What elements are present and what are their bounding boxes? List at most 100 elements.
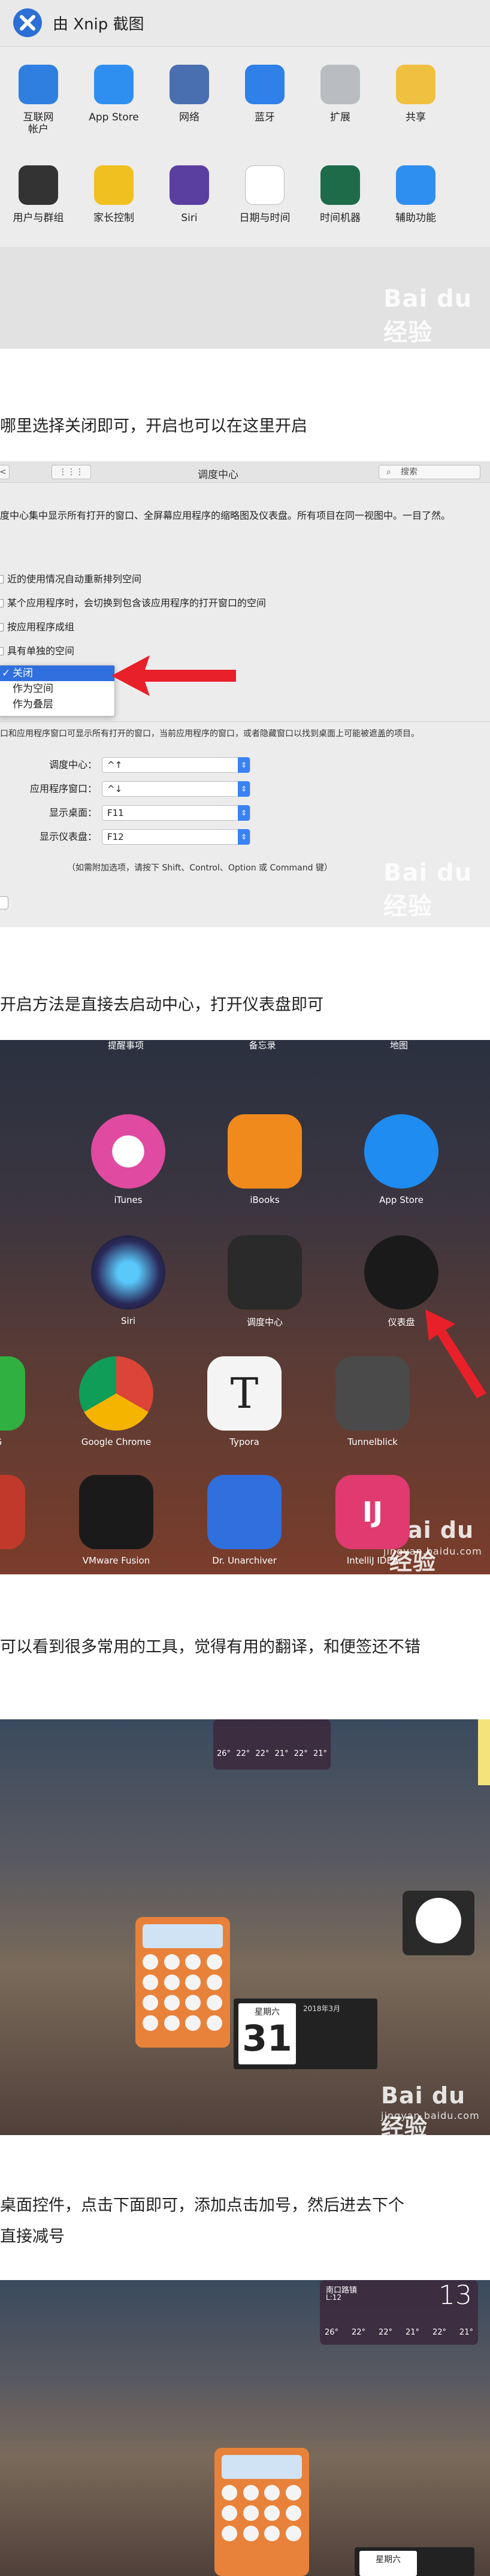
preference-pane-item[interactable]: 家长控制: [78, 165, 150, 224]
time-machine-icon: [320, 165, 360, 205]
forecast-temp: 26°: [325, 2328, 339, 2337]
baidu-watermark: Bai du 经验: [381, 2082, 466, 2135]
calculator-widget[interactable]: [214, 2448, 309, 2576]
preference-pane-label: 用户与群组: [13, 212, 64, 224]
search-input[interactable]: ⌕ 搜索: [379, 465, 480, 479]
preference-pane-item[interactable]: 辅助功能: [380, 165, 452, 224]
option-checkbox-row[interactable]: 按应用程序成组: [0, 621, 74, 634]
app-label: 地图: [389, 1040, 408, 1051]
preference-pane-item[interactable]: 时间机器: [304, 165, 376, 224]
select-arrow-icon: ⇕: [238, 805, 250, 821]
preference-pane-item[interactable]: 互联网 帐户: [2, 65, 74, 135]
red-arrow-annotation: [111, 655, 236, 696]
select-arrow-icon: ⇕: [238, 829, 250, 845]
preference-pane-item[interactable]: 蓝牙: [229, 65, 301, 123]
typora-icon[interactable]: T: [207, 1356, 282, 1431]
displays-dropdown-menu[interactable]: 关闭 ✓ 作为空间 作为叠层: [0, 665, 115, 716]
calendar-widget[interactable]: 星期六: [355, 2547, 474, 2576]
calendar-weekday: 星期六: [255, 2007, 280, 2017]
back-button[interactable]: <: [0, 465, 10, 479]
bluetooth-icon: [245, 65, 285, 104]
tunnelblick-icon[interactable]: [335, 1356, 410, 1431]
calendar-clock-icon: [245, 165, 285, 205]
app-label: Google Chrome: [81, 1437, 152, 1447]
help-button[interactable]: [0, 896, 8, 909]
preference-pane-item[interactable]: 用户与群组: [2, 165, 74, 224]
clock-face-icon: [416, 1898, 461, 1943]
baidu-watermark: Bai du 经验: [383, 285, 473, 346]
select-arrow-icon: ⇕: [238, 781, 250, 797]
preference-pane-item[interactable]: App Store: [78, 65, 150, 123]
weather-widget[interactable]: 26° 22° 22° 21° 22° 21°: [213, 1719, 331, 1770]
forecast-temp: 26°: [217, 1749, 231, 1758]
siri-icon[interactable]: [91, 1235, 165, 1310]
app-store-icon[interactable]: [364, 1114, 438, 1189]
shortcut-value: F12: [107, 832, 124, 842]
shortcut-select[interactable]: F12 ⇕: [102, 829, 250, 845]
shortcut-select[interactable]: ^↓ ⇕: [102, 781, 250, 797]
show-all-grid-button[interactable]: ⋮⋮⋮: [52, 465, 91, 479]
modifier-note: （如需附加选项，请按下 Shift、Control、Option 或 Comma…: [67, 863, 332, 873]
app-label: IntelliJ IDEA: [346, 1555, 399, 1566]
dashboard-screenshot: 南口路镇 L:12 13 26° 22° 22° 21° 22° 21° 星期六: [0, 2280, 490, 2576]
intellij-icon[interactable]: IJ: [335, 1475, 410, 1549]
app-label: Tunnelblick: [347, 1437, 398, 1447]
mission-control-description: 度中心集中显示所有打开的窗口、全屏幕应用程序的缩略图及仪表盘。所有项目在同一视图…: [0, 510, 451, 521]
shortcut-select[interactable]: ^↑ ⇕: [102, 757, 250, 773]
menu-item[interactable]: 作为空间: [0, 681, 114, 697]
preference-pane-item[interactable]: 日期与时间: [229, 165, 301, 224]
preference-pane-label: 扩展: [330, 111, 350, 123]
mission-control-icon[interactable]: [228, 1235, 302, 1310]
world-clock-widget[interactable]: [403, 1891, 474, 1955]
search-placeholder: 搜索: [401, 467, 418, 477]
ibooks-icon[interactable]: [228, 1114, 302, 1189]
option-checkbox-row[interactable]: 具有单独的空间: [0, 645, 74, 658]
shortcut-label: 应用程序窗口：: [29, 783, 97, 794]
app-label: VMware Fusion: [82, 1555, 150, 1566]
search-icon: ⌕: [386, 467, 391, 477]
app-label: iBooks: [250, 1195, 280, 1205]
shortcut-label: 显示桌面：: [49, 807, 97, 818]
preference-pane-item[interactable]: 共享: [380, 65, 452, 123]
calculator-widget[interactable]: [135, 1917, 230, 2048]
weather-widget[interactable]: 南口路镇 L:12 13 26° 22° 22° 21° 22° 21°: [320, 2280, 478, 2345]
unarchiver-icon[interactable]: [207, 1475, 282, 1549]
checkbox[interactable]: [0, 623, 4, 631]
weather-temperature: 13: [438, 2280, 472, 2311]
app-label: Siri: [120, 1316, 136, 1326]
calendar-widget[interactable]: 星期六 31 2018年3月: [234, 1998, 377, 2069]
vmware-icon[interactable]: [79, 1475, 153, 1549]
preference-pane-item[interactable]: 扩展: [304, 65, 376, 123]
preference-pane-item[interactable]: 网络: [153, 65, 225, 123]
sticky-note-widget[interactable]: [478, 1719, 490, 1785]
app-label: Typora: [229, 1437, 259, 1447]
preference-pane-item[interactable]: Siri: [153, 165, 225, 224]
option-checkbox-row[interactable]: 某个应用程序时，会切换到包含该应用程序的打开窗口的空间: [0, 597, 266, 610]
scanner-icon[interactable]: [0, 1475, 25, 1549]
menu-item[interactable]: 关闭 ✓: [0, 666, 114, 681]
checkbox[interactable]: [0, 599, 4, 607]
shortcut-select[interactable]: F11 ⇕: [102, 805, 250, 821]
calendar-month: 2018年3月: [303, 2004, 341, 2013]
calendar-day-number: 31: [242, 2018, 292, 2060]
calculator-keys: [143, 1954, 223, 2031]
app-label: 仪表盘: [388, 1317, 415, 1328]
users-icon: [19, 165, 58, 205]
calendar-day-card: 星期六 31: [238, 2003, 296, 2064]
app-store-icon: [94, 65, 134, 104]
dashboard-screenshot: 26° 22° 22° 21° 22° 21° 星期六 31 2018年3月 Bai du…: [0, 1719, 490, 2135]
app-label: 提醒事项: [107, 1040, 144, 1051]
checkbox[interactable]: [0, 647, 4, 655]
green-arrow-icon[interactable]: [0, 1356, 25, 1431]
menu-item[interactable]: 作为叠层: [0, 697, 114, 712]
chrome-icon[interactable]: [79, 1356, 153, 1431]
preference-pane-label: 网络: [179, 111, 199, 123]
option-label: 按应用程序成组: [7, 621, 75, 633]
shortcut-note: 口和应用程序窗口可显示所有打开的窗口，当前应用程序的窗口，或者隐藏窗口以找到桌面…: [0, 729, 419, 739]
dashboard-icon[interactable]: [364, 1235, 438, 1310]
weather-range: L:12: [326, 2293, 341, 2302]
forecast-temp: 22°: [351, 2328, 366, 2337]
checkbox[interactable]: [0, 575, 4, 583]
itunes-icon[interactable]: [91, 1114, 165, 1189]
option-checkbox-row[interactable]: 近的使用情况自动重新排列空间: [0, 573, 141, 586]
